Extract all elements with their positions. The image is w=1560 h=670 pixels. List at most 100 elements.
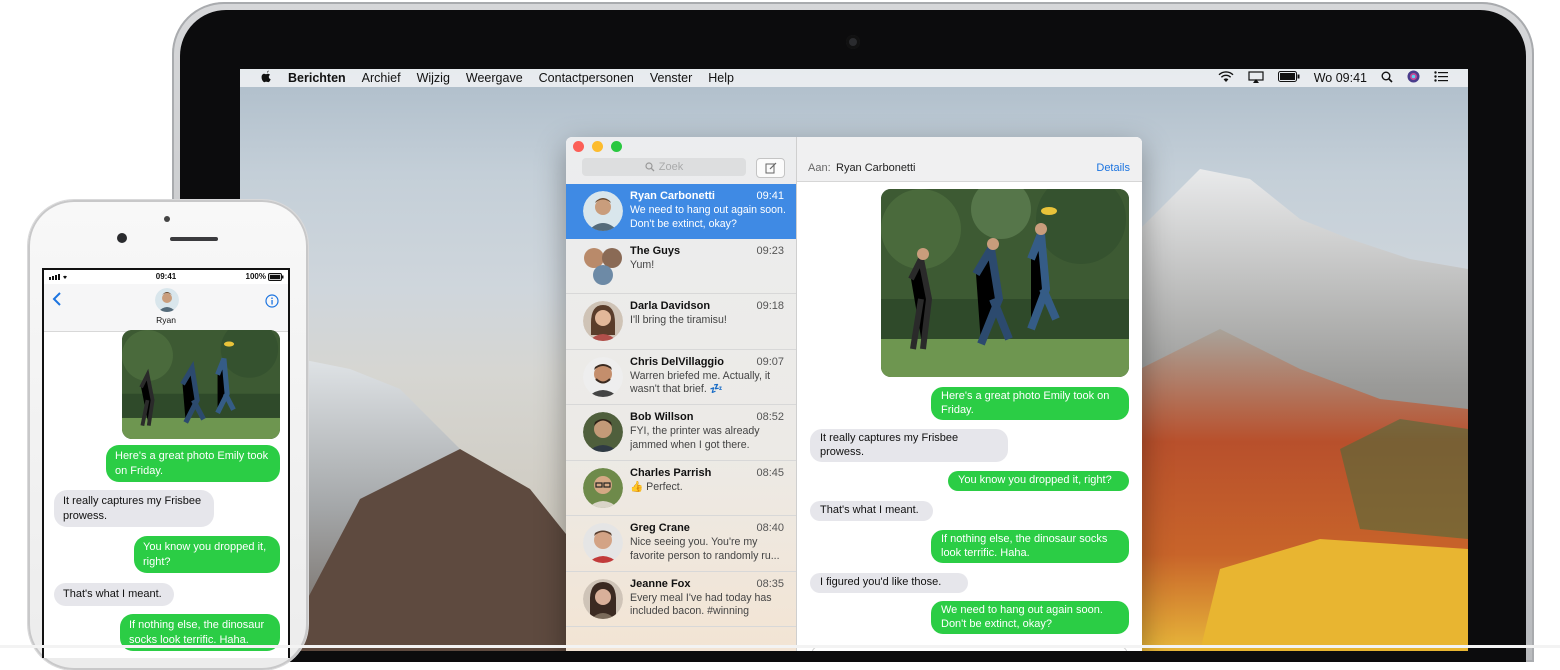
avatar [583, 578, 623, 619]
conversation-time: 08:52 [756, 411, 784, 423]
conversation-item[interactable]: Charles Parrish 08:45 👍 Perfect. [566, 461, 796, 516]
notification-center-icon[interactable] [1434, 71, 1448, 85]
conversation-time: 08:35 [756, 577, 784, 590]
conversation-name: Darla Davidson [630, 300, 711, 312]
contact-name: Ryan [156, 315, 176, 325]
siri-icon[interactable] [1407, 70, 1420, 86]
conversation-preview: We need to hang out again soon. Don't be… [630, 204, 786, 230]
sent-message: If nothing else, the dinosaur socks look… [931, 530, 1129, 563]
conversation-time: 09:41 [756, 190, 784, 202]
battery-icon[interactable] [1277, 71, 1300, 85]
search-placeholder: Zoek [658, 161, 684, 173]
conversation-name: Bob Willson [630, 411, 694, 423]
received-message: I figured you'd like those. [810, 573, 968, 593]
conversation-item[interactable]: Greg Crane 08:40 Nice seeing you. You're… [566, 516, 796, 572]
conversation-item[interactable]: Jeanne Fox 08:35 Every meal I've had tod… [566, 572, 796, 627]
sent-message: We need to hang out again soon. Don't be… [931, 601, 1129, 634]
avatar[interactable] [155, 288, 179, 312]
wifi-icon[interactable] [1218, 70, 1234, 86]
conversation-list: Ryan Carbonetti 09:41 We need to hang ou… [566, 184, 796, 627]
mac-screen: Berichten Archief Wijzig Weergave Contac… [240, 69, 1468, 651]
messages-window: Zoek Ryan Carbonetti 09:41 We need to ha… [566, 137, 1142, 651]
menu-help[interactable]: Help [708, 71, 734, 85]
conversation-preview: Nice seeing you. You're my favorite pers… [630, 536, 780, 562]
to-label: Aan: [808, 162, 831, 174]
conversation-sidebar: Zoek Ryan Carbonetti 09:41 We need to ha… [566, 137, 797, 651]
minimize-button[interactable] [592, 141, 603, 152]
conversation-time: 09:18 [756, 300, 784, 312]
received-message: It really captures my Frisbee prowess. [810, 429, 1008, 462]
avatar [583, 523, 623, 563]
menu-archief[interactable]: Archief [362, 71, 401, 85]
search-field[interactable]: Zoek [582, 158, 746, 176]
avatar [583, 356, 623, 397]
conversation-time: 09:23 [756, 244, 784, 257]
sent-message: Here's a great photo Emily took on Frida… [106, 445, 280, 482]
menu-contactpersonen[interactable]: Contactpersonen [539, 71, 634, 85]
conversation-name: Chris DelVillaggio [630, 355, 724, 368]
received-message: It really captures my Frisbee prowess. [54, 490, 214, 527]
conversation-item[interactable]: Bob Willson 08:52 FYI, the printer was a… [566, 405, 796, 461]
conversation-name: Ryan Carbonetti [630, 190, 715, 202]
sent-message: You know you dropped it, right? [948, 471, 1129, 491]
group-avatar [583, 246, 623, 286]
apple-menu-icon[interactable] [256, 70, 276, 86]
menu-wijzig[interactable]: Wijzig [417, 71, 450, 85]
sent-message: You know you dropped it, right? [134, 536, 280, 573]
conversation-preview: 👍 Perfect. [630, 480, 683, 493]
conversation-item[interactable]: Darla Davidson 09:18 I'll bring the tira… [566, 294, 796, 350]
shared-photo[interactable] [881, 189, 1129, 377]
airplay-icon[interactable] [1248, 70, 1264, 86]
menu-app-berichten[interactable]: Berichten [288, 71, 346, 85]
menu-weergave[interactable]: Weergave [466, 71, 523, 85]
close-button[interactable] [573, 141, 584, 152]
conversation-item[interactable]: The Guys 09:23 Yum! [566, 239, 796, 294]
avatar [583, 412, 623, 452]
chat-pane: Aan: Ryan Carbonetti Details Here's a gr… [797, 137, 1142, 651]
iphone-chat-header: Ryan [44, 284, 288, 332]
back-chevron-icon[interactable] [52, 291, 62, 312]
avatar [583, 191, 623, 231]
search-icon [645, 162, 655, 172]
conversation-preview: Yum! [630, 258, 655, 271]
sent-message: Here's a great photo Emily took on Frida… [931, 387, 1129, 420]
iphone-screen: 09:41 100% Ryan Here's a great photo Emi… [42, 268, 290, 658]
conversation-preview: I'll bring the tiramisu! [630, 314, 727, 326]
recipient-name[interactable]: Ryan Carbonetti [836, 162, 916, 174]
conversation-name: Greg Crane [630, 522, 690, 534]
facetime-camera [846, 35, 860, 49]
conversation-preview: Every meal I've had today has included b… [630, 591, 772, 618]
conversation-preview: FYI, the printer was already jammed when… [630, 425, 760, 451]
battery-icon [268, 273, 284, 283]
menubar-status-area: Wo 09:41 [1218, 69, 1448, 87]
spotlight-search-icon[interactable] [1381, 71, 1393, 86]
conversation-time: 08:45 [756, 466, 784, 479]
iphone-status-bar: 09:41 100% [44, 270, 288, 284]
conversation-name: The Guys [630, 244, 681, 257]
menu-venster[interactable]: Venster [650, 71, 692, 85]
conversation-name: Charles Parrish [630, 466, 712, 479]
conversation-item[interactable]: Chris DelVillaggio 09:07 Warren briefed … [566, 350, 796, 405]
zoom-button[interactable] [611, 141, 622, 152]
battery-percentage: 100% [245, 272, 266, 281]
info-icon[interactable] [265, 294, 279, 313]
received-message: That's what I meant. [54, 583, 174, 606]
menubar-clock[interactable]: Wo 09:41 [1314, 71, 1367, 85]
details-button[interactable]: Details [1096, 162, 1130, 174]
received-message: That's what I meant. [810, 501, 933, 521]
front-camera [117, 233, 127, 243]
proximity-sensor [164, 216, 170, 222]
conversation-name: Jeanne Fox [630, 577, 691, 590]
earpiece-speaker [170, 237, 218, 241]
menu-bar: Berichten Archief Wijzig Weergave Contac… [240, 69, 1468, 87]
conversation-time: 08:40 [756, 522, 784, 534]
conversation-time: 09:07 [756, 355, 784, 368]
conversation-preview: Warren briefed me. Actually, it wasn't t… [630, 369, 771, 396]
compose-icon [765, 162, 776, 174]
conversation-item[interactable]: Ryan Carbonetti 09:41 We need to hang ou… [566, 184, 796, 239]
shared-photo[interactable] [122, 330, 280, 439]
avatar [583, 301, 623, 341]
avatar [583, 467, 623, 508]
chat-header: Aan: Ryan Carbonetti Details [797, 137, 1142, 182]
compose-button[interactable] [756, 158, 785, 178]
